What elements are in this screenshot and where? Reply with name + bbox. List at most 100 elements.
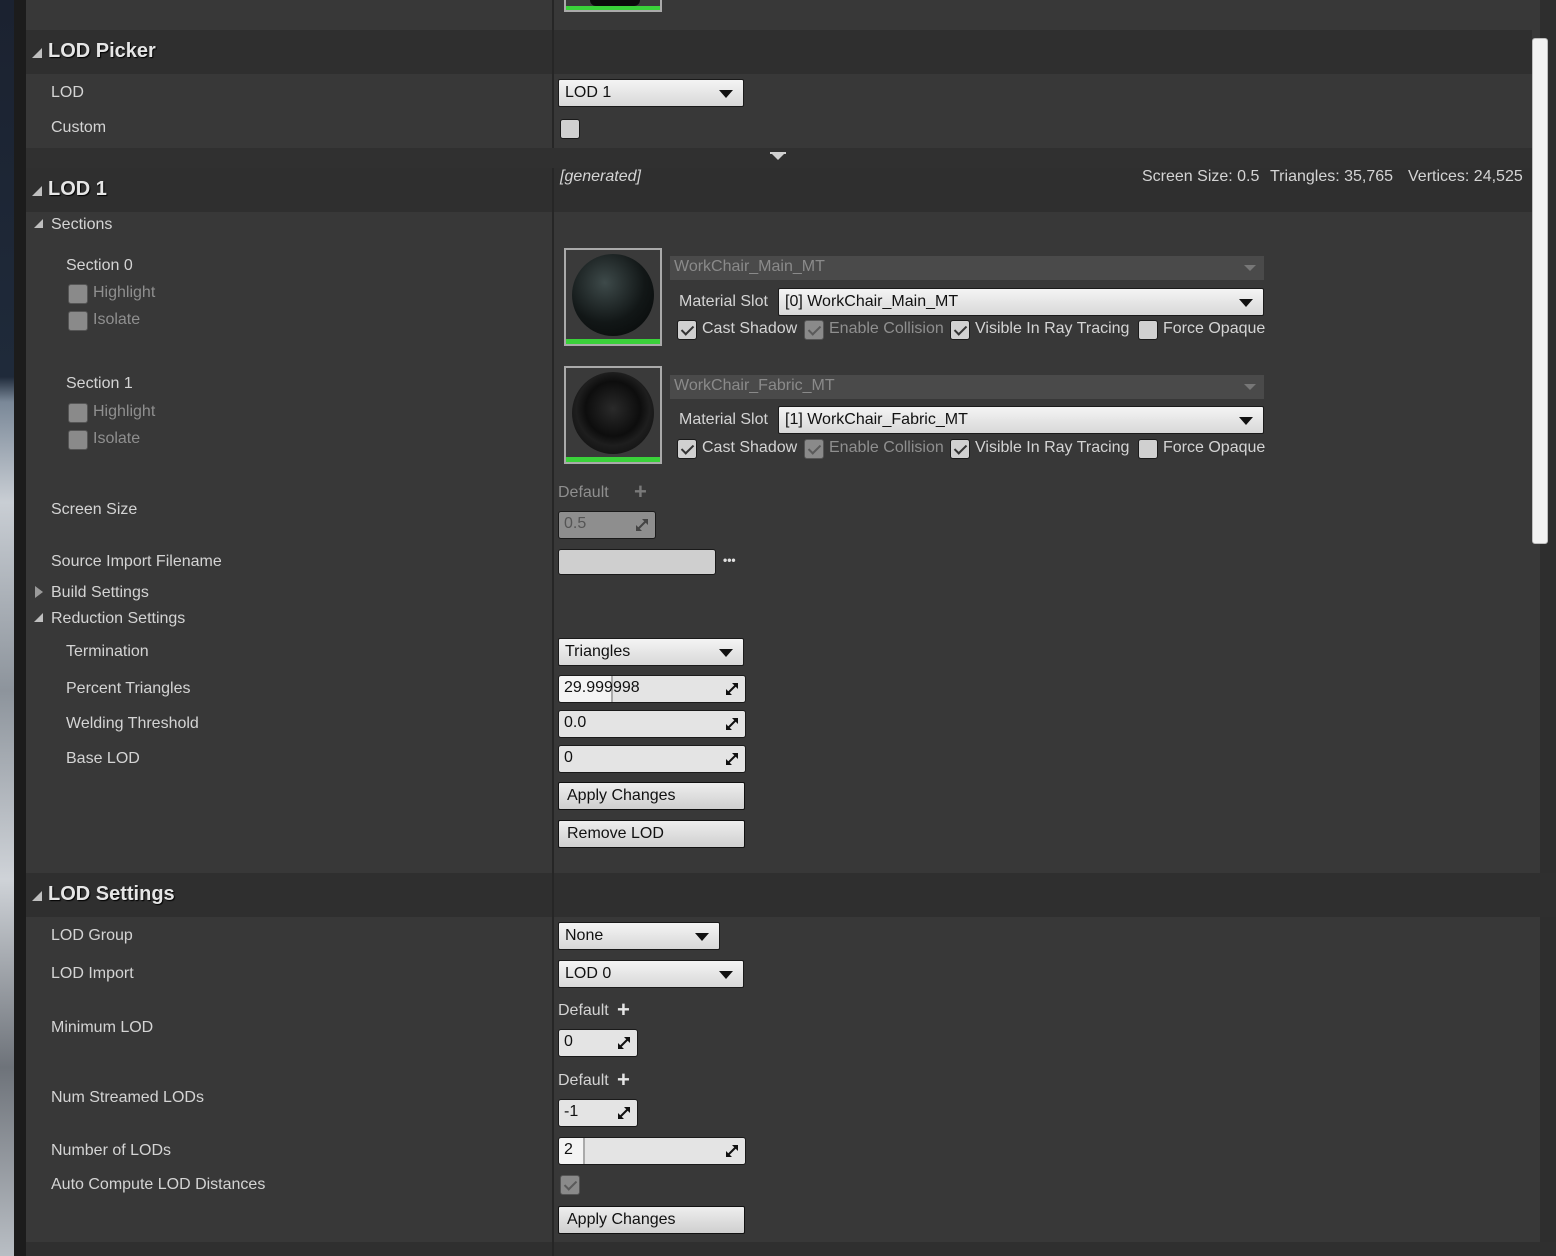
collapse-arrow-icon[interactable]: [34, 613, 43, 622]
minimum-lod-value: 0: [564, 1033, 573, 1050]
add-override-icon[interactable]: +: [634, 481, 647, 503]
collapse-arrow-icon[interactable]: [32, 891, 42, 901]
chevron-down-icon: [719, 649, 733, 657]
termination-value: Triangles: [565, 643, 631, 660]
apply-changes-button[interactable]: Apply Changes: [558, 1206, 745, 1234]
category-lod-picker[interactable]: LOD Picker: [26, 30, 1532, 74]
lod-group-combo[interactable]: None: [558, 922, 720, 950]
viewport-edge: [0, 0, 14, 1256]
lod-import-combo[interactable]: LOD 0: [558, 960, 744, 988]
section-0-label: Section 0: [66, 257, 133, 274]
cast-shadow-checkbox[interactable]: [677, 439, 697, 459]
screen-size-value: 0.5: [564, 515, 587, 532]
cast-shadow-checkbox[interactable]: [677, 320, 697, 340]
drag-spin-icon: [726, 683, 738, 695]
auto-compute-checkbox[interactable]: [560, 1175, 580, 1195]
chevron-down-icon: [1244, 384, 1256, 390]
section-0-highlight-checkbox[interactable]: [68, 284, 88, 304]
drag-spin-icon: [726, 753, 738, 765]
scrollbar-thumb[interactable]: [1532, 38, 1548, 544]
build-settings-label[interactable]: Build Settings: [51, 584, 149, 602]
enable-collision-checkbox[interactable]: [804, 439, 824, 459]
num-streamed-lods-input[interactable]: -1: [558, 1099, 638, 1127]
chevron-down-icon: [695, 933, 709, 941]
minimum-lod-input[interactable]: 0: [558, 1029, 638, 1057]
visible-ray-tracing-checkbox[interactable]: [950, 439, 970, 459]
enable-collision-label: Enable Collision: [829, 439, 944, 456]
force-opaque-checkbox[interactable]: [1138, 439, 1158, 459]
base-lod-input[interactable]: 0: [558, 745, 746, 773]
welding-threshold-input[interactable]: 0.0: [558, 710, 746, 738]
material-name: WorkChair_Fabric_MT: [674, 377, 835, 394]
reduction-settings-label[interactable]: Reduction Settings: [51, 610, 185, 628]
material-thumbnail[interactable]: [564, 248, 662, 346]
lod-combo[interactable]: LOD 1: [558, 79, 744, 107]
panel-border: [14, 0, 26, 1256]
expand-arrow-icon[interactable]: [35, 586, 43, 598]
collapse-arrow-icon[interactable]: [32, 186, 42, 196]
collapse-arrow-icon[interactable]: [32, 48, 42, 58]
section-1-label: Section 1: [66, 375, 133, 392]
termination-combo[interactable]: Triangles: [558, 638, 744, 666]
chevron-down-icon: [719, 971, 733, 979]
material-slot-combo[interactable]: [0] WorkChair_Main_MT: [778, 288, 1264, 316]
num-streamed-default-label: Default: [558, 1072, 609, 1089]
browse-more-button[interactable]: •••: [723, 553, 736, 567]
base-lod-value: 0: [564, 749, 573, 766]
force-opaque-checkbox[interactable]: [1138, 320, 1158, 340]
percent-triangles-label: Percent Triangles: [66, 680, 191, 697]
percent-triangles-input[interactable]: 29.999998: [558, 675, 746, 703]
material-slot-label: Material Slot: [679, 293, 768, 310]
screen-size-info: Screen Size: 0.5: [1142, 168, 1260, 185]
isolate-label: Isolate: [93, 311, 141, 328]
lod-label: LOD: [51, 84, 84, 101]
apply-changes-button[interactable]: Apply Changes: [558, 782, 745, 810]
custom-checkbox[interactable]: [560, 119, 580, 139]
number-of-lods-value: 2: [564, 1141, 573, 1158]
material-thumbnail[interactable]: [564, 366, 662, 464]
section-1-isolate-checkbox[interactable]: [68, 430, 88, 450]
highlight-label: Highlight: [93, 403, 156, 420]
section-0-isolate-checkbox[interactable]: [68, 311, 88, 331]
screen-size-default-label: Default: [558, 484, 609, 501]
enable-collision-checkbox[interactable]: [804, 320, 824, 340]
material-name-field[interactable]: WorkChair_Fabric_MT: [670, 375, 1264, 399]
remove-lod-button[interactable]: Remove LOD: [558, 820, 745, 848]
source-import-input[interactable]: [558, 549, 716, 575]
drag-spin-icon: [636, 519, 648, 531]
chevron-down-icon: [1244, 265, 1256, 271]
sections-label: Sections: [51, 216, 113, 233]
cast-shadow-label: Cast Shadow: [702, 439, 798, 456]
vertices-info: Vertices: 24,525: [1408, 168, 1523, 185]
welding-threshold-label: Welding Threshold: [66, 715, 199, 732]
minimum-lod-label: Minimum LOD: [51, 1019, 154, 1036]
expand-down-bar: [770, 152, 786, 154]
screen-size-input[interactable]: 0.5: [558, 511, 656, 539]
visible-ray-tracing-checkbox[interactable]: [950, 320, 970, 340]
base-lod-label: Base LOD: [66, 750, 140, 767]
lod-group-value: None: [565, 927, 604, 944]
add-override-icon[interactable]: +: [617, 999, 630, 1021]
percent-triangles-value: 29.999998: [564, 679, 640, 696]
visible-ray-tracing-label: Visible In Ray Tracing: [975, 320, 1130, 337]
welding-threshold-value: 0.0: [564, 714, 587, 731]
sections-collapse-icon[interactable]: [34, 219, 43, 228]
material-slot-value: [1] WorkChair_Fabric_MT: [785, 411, 968, 428]
material-name: WorkChair_Main_MT: [674, 258, 825, 275]
category-lod-settings[interactable]: LOD Settings: [26, 873, 1556, 917]
add-override-icon[interactable]: +: [617, 1069, 630, 1091]
lod-import-label: LOD Import: [51, 965, 134, 982]
minimum-lod-default-label: Default: [558, 1002, 609, 1019]
category-next-partial[interactable]: [26, 1242, 1556, 1256]
termination-label: Termination: [66, 643, 149, 660]
material-thumbnail-partial: [564, 0, 662, 12]
section-1-highlight-checkbox[interactable]: [68, 403, 88, 423]
lod-import-value: LOD 0: [565, 965, 612, 982]
generated-label: [generated]: [560, 168, 641, 185]
category-title: LOD Settings: [48, 883, 175, 905]
num-streamed-lods-label: Num Streamed LODs: [51, 1089, 204, 1106]
number-of-lods-input[interactable]: 2: [558, 1137, 746, 1165]
material-sphere: [572, 372, 654, 454]
material-slot-combo[interactable]: [1] WorkChair_Fabric_MT: [778, 406, 1264, 434]
material-name-field[interactable]: WorkChair_Main_MT: [670, 256, 1264, 280]
